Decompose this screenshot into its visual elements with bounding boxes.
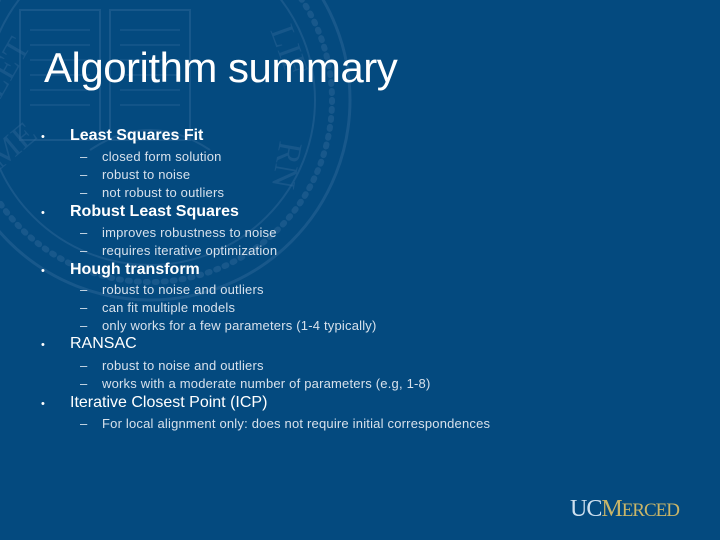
- dash-icon: –: [80, 358, 88, 373]
- sub-item: robust to noise: [102, 167, 191, 182]
- bullet-icon: •: [41, 265, 45, 277]
- dash-icon: –: [80, 167, 88, 182]
- list-item-label: Robust Least Squares: [70, 203, 239, 220]
- uc-merced-logo: UCMERCED: [570, 496, 680, 523]
- sub-item: robust to noise and outliers: [102, 358, 264, 373]
- sub-item: requires iterative optimization: [102, 243, 278, 258]
- dash-icon: –: [80, 282, 88, 297]
- list-item-label: Least Squares Fit: [70, 127, 204, 144]
- sub-item: For local alignment only: does not requi…: [102, 416, 491, 431]
- sub-item: improves robustness to noise: [102, 225, 277, 240]
- sub-item: only works for a few parameters (1-4 typ…: [102, 318, 377, 333]
- list-item-label: Hough transform: [70, 261, 200, 278]
- dash-icon: –: [80, 300, 88, 315]
- logo-merced-rest: ERCED: [621, 500, 680, 521]
- bullet-icon: •: [41, 131, 45, 143]
- dash-icon: –: [80, 376, 88, 391]
- dash-icon: –: [80, 149, 88, 164]
- dash-icon: –: [80, 243, 88, 258]
- sub-item: closed form solution: [102, 149, 222, 164]
- dash-icon: –: [80, 225, 88, 240]
- logo-uc: UC: [570, 496, 602, 522]
- list-item-label: RANSAC: [70, 335, 137, 352]
- sub-item: robust to noise and outliers: [102, 282, 264, 297]
- sub-item: can fit multiple models: [102, 300, 236, 315]
- sub-item: not robust to outliers: [102, 185, 225, 200]
- dash-icon: –: [80, 318, 88, 333]
- logo-merced-initial: M: [601, 496, 622, 522]
- bullet-icon: •: [41, 339, 45, 351]
- bullet-icon: •: [41, 398, 45, 410]
- bullet-list: • Least Squares Fit – closed form soluti…: [0, 0, 720, 540]
- bullet-icon: •: [41, 207, 45, 219]
- sub-item: works with a moderate number of paramete…: [102, 376, 431, 391]
- dash-icon: –: [80, 416, 88, 431]
- list-item-label: Iterative Closest Point (ICP): [70, 394, 268, 411]
- dash-icon: –: [80, 185, 88, 200]
